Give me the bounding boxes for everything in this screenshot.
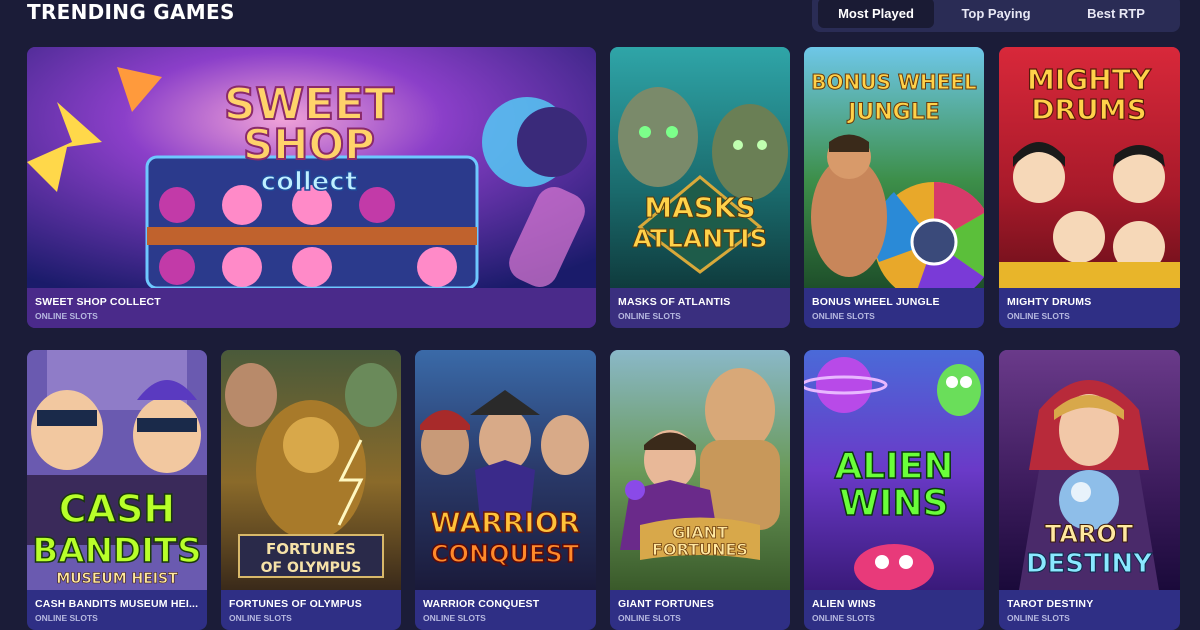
game-card-warrior-conquest[interactable]: WARRIOR CONQUEST WARRIOR CONQUEST ONLINE… bbox=[415, 350, 596, 630]
game-thumbnail: WARRIOR CONQUEST bbox=[415, 350, 596, 590]
game-thumbnail: MASKS ATLANTIS bbox=[610, 47, 790, 288]
game-logo-text: MUSEUM HEIST bbox=[56, 571, 178, 587]
tab-most-played[interactable]: Most Played bbox=[818, 0, 934, 28]
game-logo-text: FORTUNES bbox=[266, 540, 356, 558]
game-title: TAROT DESTINY bbox=[1007, 598, 1094, 610]
game-title: WARRIOR CONQUEST bbox=[423, 598, 540, 610]
game-thumbnail: TAROT DESTINY bbox=[999, 350, 1180, 590]
game-title: SWEET SHOP COLLECT bbox=[35, 296, 161, 308]
game-category: ONLINE SLOTS bbox=[1007, 311, 1070, 321]
game-card-masks-of-atlantis[interactable]: MASKS ATLANTIS MASKS OF ATLANTIS ONLINE … bbox=[610, 47, 790, 328]
game-logo-text: CASH bbox=[59, 487, 175, 531]
game-logo-text: FORTUNES bbox=[652, 540, 748, 559]
game-logo-text: WARRIOR bbox=[430, 506, 580, 539]
game-category: ONLINE SLOTS bbox=[423, 613, 486, 623]
game-logo-text: JUNGLE bbox=[846, 100, 940, 125]
game-title: FORTUNES OF OLYMPUS bbox=[229, 598, 362, 610]
game-category: ONLINE SLOTS bbox=[35, 311, 98, 321]
game-logo-text: SHOP bbox=[243, 120, 375, 169]
game-logo-text: MASKS bbox=[644, 191, 756, 224]
game-logo-text: BONUS WHEEL bbox=[811, 70, 977, 94]
game-category: ONLINE SLOTS bbox=[1007, 613, 1070, 623]
game-thumbnail: SWEET SHOP collect bbox=[27, 47, 596, 288]
game-logo-text: OF OLYMPUS bbox=[261, 560, 362, 576]
game-title: MASKS OF ATLANTIS bbox=[618, 296, 731, 308]
game-logo-text: ALIEN bbox=[835, 446, 954, 487]
game-category: ONLINE SLOTS bbox=[618, 613, 681, 623]
game-card-bonus-wheel-jungle[interactable]: BONUS WHEEL JUNGLE BONUS WHEEL JUNGLE ON… bbox=[804, 47, 984, 328]
game-card-tarot-destiny[interactable]: TAROT DESTINY TAROT DESTINY ONLINE SLOTS bbox=[999, 350, 1180, 630]
game-thumbnail: GIANT FORTUNES bbox=[610, 350, 790, 590]
game-logo-text: ATLANTIS bbox=[632, 224, 767, 253]
game-category: ONLINE SLOTS bbox=[618, 311, 681, 321]
game-thumbnail: ALIEN WINS bbox=[804, 350, 984, 590]
game-title: MIGHTY DRUMS bbox=[1007, 296, 1092, 308]
game-title: CASH BANDITS MUSEUM HEI... bbox=[35, 598, 199, 610]
game-card-sweet-shop-collect[interactable]: SWEET SHOP collect SWEET SHOP COLLECT ON… bbox=[27, 47, 596, 328]
tab-best-rtp[interactable]: Best RTP bbox=[1058, 0, 1174, 28]
game-title: ALIEN WINS bbox=[812, 598, 876, 610]
game-card-cash-bandits-museum-heist[interactable]: CASH BANDITS MUSEUM HEIST CASH BANDITS M… bbox=[27, 350, 207, 630]
game-thumbnail: FORTUNES OF OLYMPUS bbox=[221, 350, 401, 590]
game-category: ONLINE SLOTS bbox=[812, 613, 875, 623]
game-thumbnail: BONUS WHEEL JUNGLE bbox=[804, 47, 984, 288]
game-logo-text: DRUMS bbox=[1031, 93, 1147, 126]
game-logo-text: MIGHTY bbox=[1027, 63, 1152, 96]
game-card-mighty-drums[interactable]: MIGHTY DRUMS MIGHTY DRUMS ONLINE SLOTS bbox=[999, 47, 1180, 328]
game-logo-text: collect bbox=[261, 167, 358, 197]
game-card-giant-fortunes[interactable]: GIANT FORTUNES GIANT FORTUNES ONLINE SLO… bbox=[610, 350, 790, 630]
game-card-fortunes-of-olympus[interactable]: FORTUNES OF OLYMPUS FORTUNES OF OLYMPUS … bbox=[221, 350, 401, 630]
game-card-alien-wins[interactable]: ALIEN WINS ALIEN WINS ONLINE SLOTS bbox=[804, 350, 984, 630]
game-thumbnail: CASH BANDITS MUSEUM HEIST bbox=[27, 350, 207, 590]
game-category: ONLINE SLOTS bbox=[229, 613, 292, 623]
tab-top-paying[interactable]: Top Paying bbox=[938, 0, 1054, 28]
games-grid: SWEET SHOP collect SWEET SHOP COLLECT ON… bbox=[27, 47, 1180, 630]
game-logo-text: CONQUEST bbox=[431, 540, 580, 568]
game-title: GIANT FORTUNES bbox=[618, 598, 715, 610]
game-thumbnail: MIGHTY DRUMS bbox=[999, 47, 1180, 288]
game-logo-text: DESTINY bbox=[1026, 549, 1153, 579]
game-logo-text: TAROT bbox=[1045, 520, 1134, 548]
game-category: ONLINE SLOTS bbox=[35, 613, 98, 623]
game-category: ONLINE SLOTS bbox=[812, 311, 875, 321]
game-logo-text: BANDITS bbox=[32, 531, 201, 571]
sort-filter-bar: Most Played Top Paying Best RTP bbox=[812, 0, 1180, 32]
game-logo-text: WINS bbox=[839, 483, 948, 524]
section-title: TRENDING GAMES bbox=[27, 0, 235, 24]
game-title: BONUS WHEEL JUNGLE bbox=[812, 296, 940, 308]
